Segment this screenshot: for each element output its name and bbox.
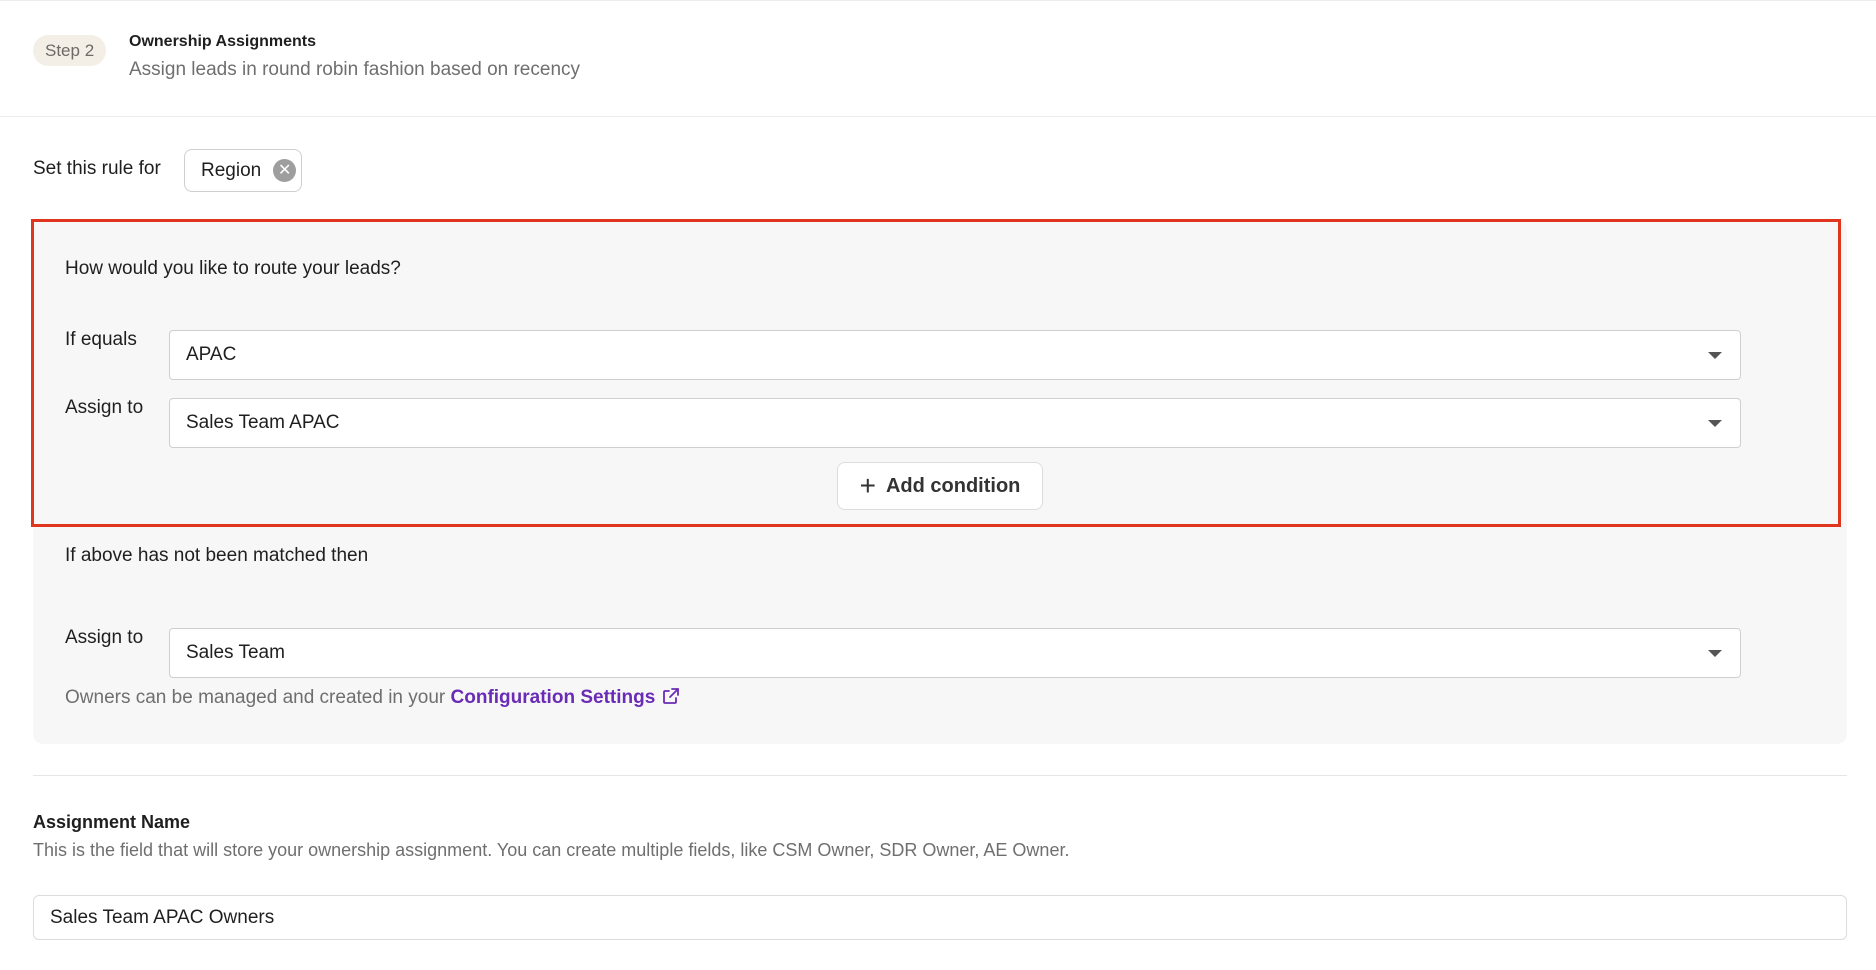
owners-note-text: Owners can be managed and created in you… [65,687,446,708]
chevron-down-icon [1708,352,1722,359]
step-header: Step 2 Ownership Assignments Assign lead… [0,0,1876,117]
assign-to-select[interactable]: Sales Team APAC [169,398,1741,448]
assignment-name-title: Assignment Name [33,812,191,832]
region-chip-label: Region [201,159,262,181]
configuration-settings-link[interactable]: Configuration Settings [451,687,682,708]
fallback-assign-to-label: Assign to [65,627,144,648]
chevron-down-icon [1708,650,1722,657]
region-chip[interactable]: Region ✕ [184,149,302,192]
add-condition-label: Add condition [885,474,1021,497]
configuration-settings-label: Configuration Settings [450,687,656,708]
section-divider [33,775,1847,776]
plus-icon: + [859,470,876,501]
fallback-text: If above has not been matched then [65,545,369,566]
fallback-assign-to-select[interactable]: Sales Team [169,628,1741,678]
external-link-icon [663,688,680,704]
step-subtitle: Assign leads in round robin fashion base… [129,59,581,80]
owners-note: Owners can be managed and created in you… [65,686,681,709]
fallback-assign-to-value: Sales Team [186,642,285,663]
if-equals-value: APAC [186,344,237,365]
rule-label: Set this rule for [33,158,161,179]
assignment-name-description: This is the field that will store your o… [33,840,1070,860]
chevron-down-icon [1708,420,1722,427]
if-equals-select[interactable]: APAC [169,330,1741,380]
step-title: Ownership Assignments [129,33,316,50]
close-circle-icon[interactable]: ✕ [273,159,297,182]
step-badge: Step 2 [33,35,107,66]
assignment-name-input[interactable] [33,895,1847,940]
assign-to-label: Assign to [65,397,144,418]
if-equals-label: If equals [65,329,137,350]
add-condition-button[interactable]: + Add condition [837,462,1043,510]
routing-question: How would you like to route your leads? [65,258,401,279]
assign-to-value: Sales Team APAC [186,412,340,433]
